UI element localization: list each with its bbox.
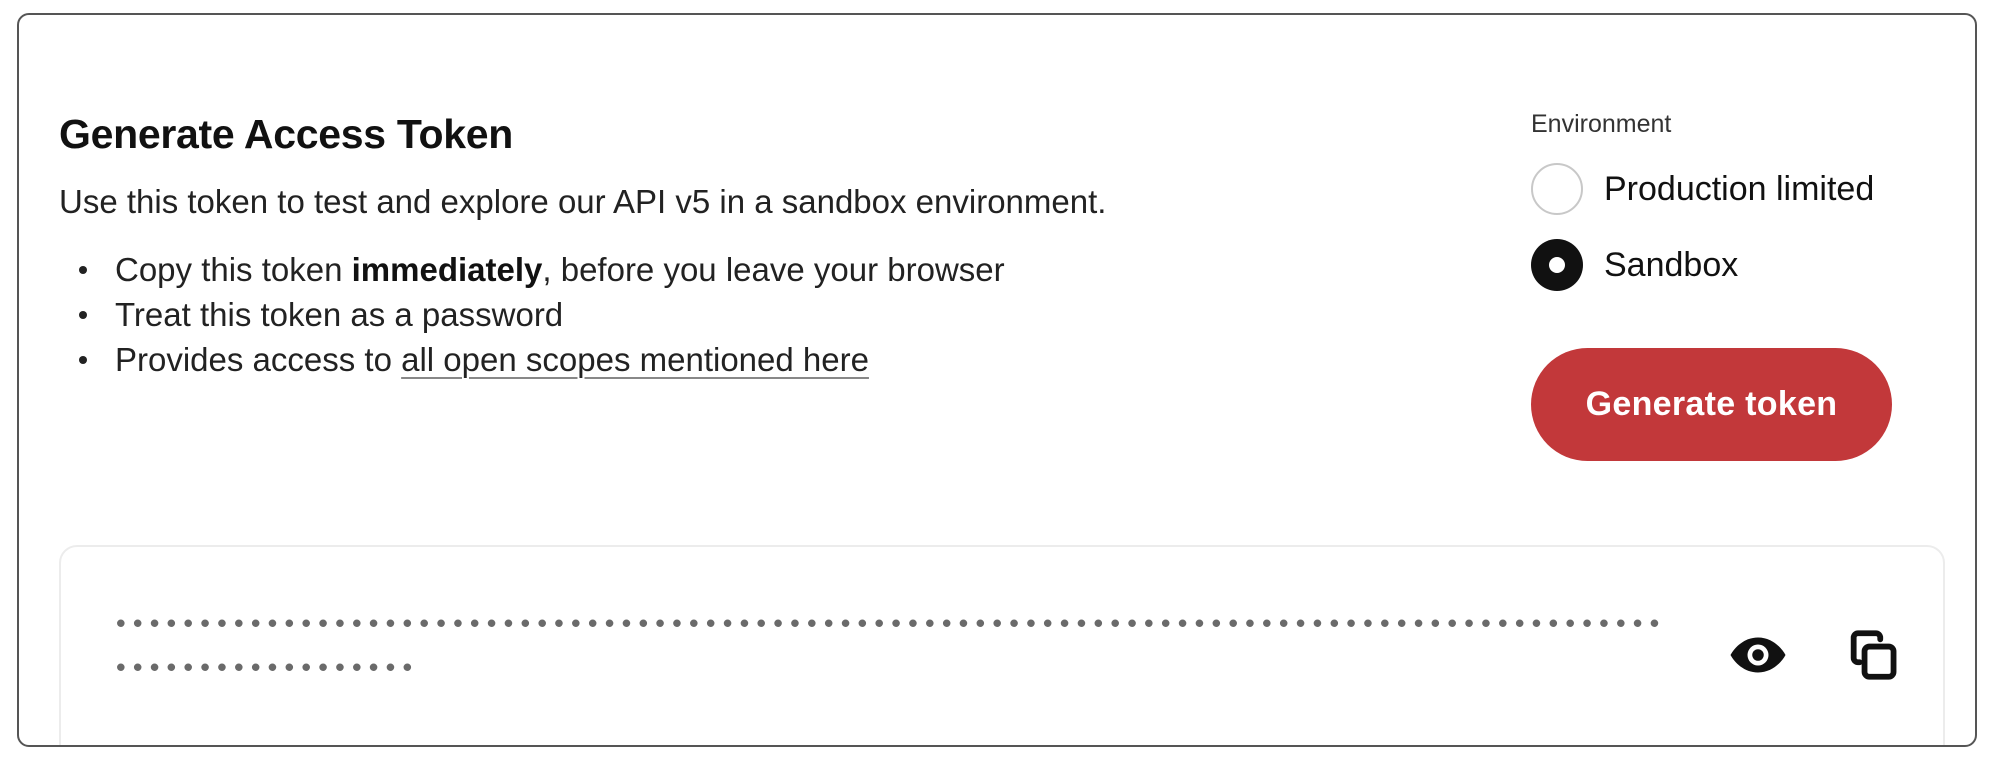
bullet-emphasis: immediately (351, 251, 543, 288)
page-description: Use this token to test and explore our A… (59, 183, 1107, 220)
generate-token-button[interactable]: Generate token (1531, 348, 1892, 461)
bullet-text: Copy this token (115, 251, 352, 288)
list-item: Treat this token as a password (59, 292, 1005, 337)
eye-icon[interactable] (1728, 625, 1788, 685)
scopes-link[interactable]: all open scopes mentioned here (401, 341, 869, 378)
radio-option-sandbox[interactable]: Sandbox (1531, 237, 1738, 293)
copy-token-button[interactable] (1841, 623, 1905, 687)
masked-token-value: ••••••••••••••••••••••••••••••••••••••••… (113, 610, 1664, 684)
radio-label: Production limited (1604, 169, 1875, 208)
radio-checked-icon[interactable] (1531, 239, 1583, 291)
show-token-button[interactable] (1726, 623, 1790, 687)
list-item: Copy this token immediately, before you … (59, 247, 1005, 292)
access-token-card: Generate Access Token Use this token to … (17, 13, 1977, 747)
bullet-text: , before you leave your browser (542, 251, 1005, 288)
list-item: Provides access to all open scopes menti… (59, 337, 1005, 382)
info-list: Copy this token immediately, before you … (59, 247, 1005, 382)
bullet-text: Treat this token as a password (115, 296, 564, 333)
bullet-text: Provides access to (115, 341, 402, 378)
page-title: Generate Access Token (59, 111, 514, 157)
copy-icon[interactable] (1844, 626, 1902, 684)
radio-unchecked-icon[interactable] (1531, 163, 1583, 215)
radio-option-production-limited[interactable]: Production limited (1531, 161, 1874, 217)
radio-label: Sandbox (1604, 245, 1739, 284)
token-field: ••••••••••••••••••••••••••••••••••••••••… (59, 545, 1945, 745)
environment-label: Environment (1531, 110, 1672, 138)
